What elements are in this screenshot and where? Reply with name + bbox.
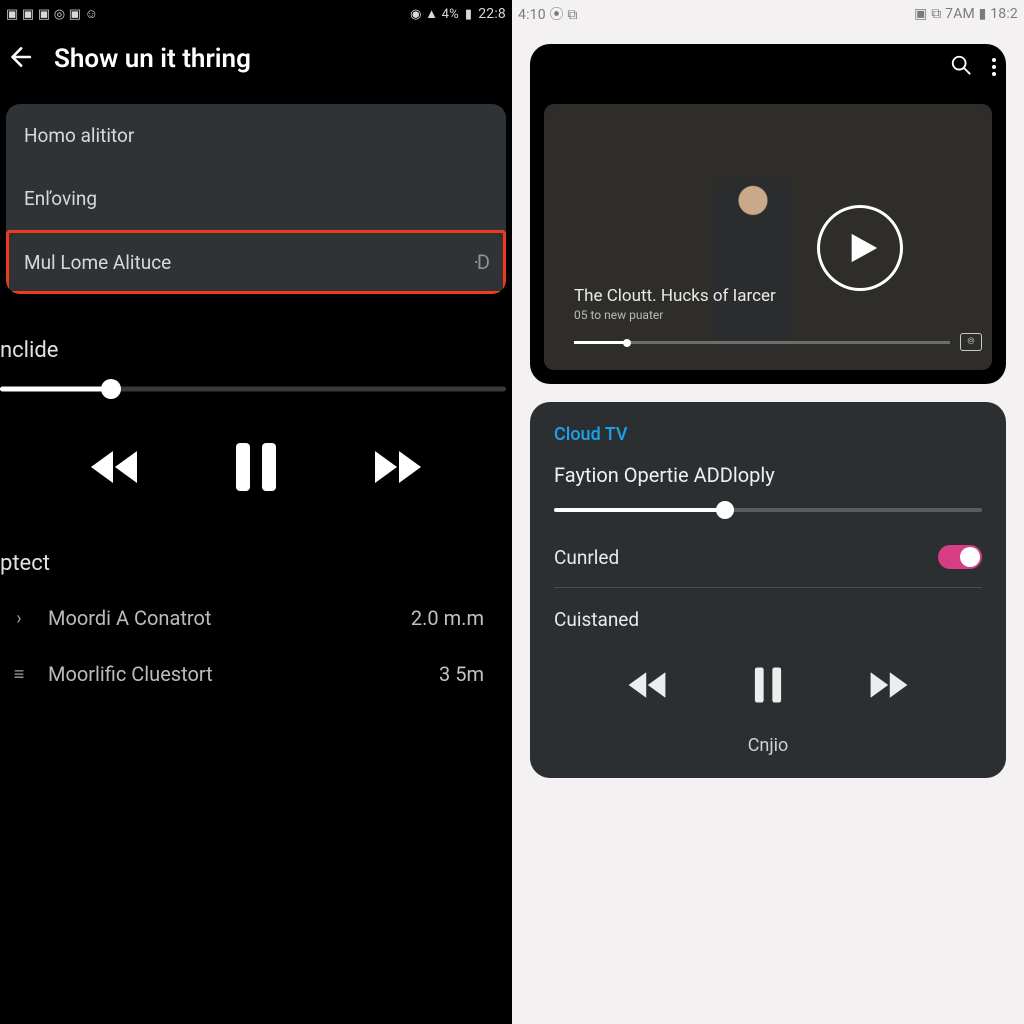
forward-icon xyxy=(867,669,911,701)
rewind-icon xyxy=(625,669,669,701)
video-thumbnail[interactable]: The Cloutt. Hucks of Iarcer 05 to new pu… xyxy=(544,104,992,370)
back-button[interactable] xyxy=(6,44,32,74)
list-section-label: ptect xyxy=(0,551,512,576)
right-screen: 4:10 ⦿ ⧉ ▣ ⧉ 7AM ▮ 18:2 Doorl ≡ xyxy=(512,0,1024,1024)
list-label-0: Moordi A Conatrot xyxy=(48,606,211,630)
option-row-0[interactable]: Homo alititor xyxy=(6,104,506,167)
pause-icon xyxy=(752,665,784,705)
transport-controls-right xyxy=(554,637,982,717)
volume-slider[interactable] xyxy=(0,377,506,401)
search-icon xyxy=(950,54,972,76)
panel-rewind-button[interactable] xyxy=(625,669,669,705)
panel-pause-button[interactable] xyxy=(752,665,784,709)
forward-icon xyxy=(371,447,425,487)
pause-button[interactable] xyxy=(234,441,278,497)
list-label-1: Moorlific Cluestort xyxy=(48,662,213,686)
video-subtitle: 05 to new puater xyxy=(574,308,776,322)
play-icon xyxy=(846,231,880,265)
panel-slider[interactable] xyxy=(554,499,982,521)
panel-line-2: Cuistaned xyxy=(554,588,982,637)
status-bar-right: 4:10 ⦿ ⧉ ▣ ⧉ 7AM ▮ 18:2 xyxy=(512,0,1024,28)
options-card: Homo alititor Enľoving Mul Lome Alituce … xyxy=(6,104,506,294)
list-icon-1: ≡ xyxy=(6,664,32,685)
option-row-1[interactable]: Enľoving xyxy=(6,167,506,230)
list-icon-0: › xyxy=(6,608,32,629)
slider-section-label: nclide xyxy=(0,338,512,363)
video-title: The Cloutt. Hucks of Iarcer xyxy=(574,286,776,306)
video-card: Doorl ≡ The Cloutt. Hucks of Iarcer 05 t… xyxy=(530,44,1006,384)
control-panel: Cloud TV Faytion Opertie ADDloply Cunrle… xyxy=(530,402,1006,778)
captions-icon[interactable]: ⦾ xyxy=(960,333,982,351)
option-label: Mul Lome Alituce xyxy=(24,251,171,274)
rewind-icon xyxy=(87,447,141,487)
option-label: Enľoving xyxy=(24,187,97,210)
list-row-1[interactable]: ≡ Moorlific Cluestort 3 5m xyxy=(0,646,512,702)
forward-button[interactable] xyxy=(371,447,425,491)
option-label: Homo alititor xyxy=(24,124,134,147)
toggle-row: Cunrled xyxy=(554,539,982,588)
overflow-menu-button[interactable] xyxy=(992,58,996,76)
panel-forward-button[interactable] xyxy=(867,669,911,705)
rewind-button[interactable] xyxy=(87,447,141,491)
option-row-2-selected[interactable]: Mul Lome Alituce ·D xyxy=(6,230,506,294)
panel-footer[interactable]: Cnjio xyxy=(554,717,982,760)
status-right-right: ▣ ⧉ 7AM ▮ 18:2 xyxy=(914,6,1018,22)
list-value-1: 3 5m xyxy=(439,662,506,686)
status-signal: ◉ ▲ 4% xyxy=(410,6,459,22)
cast-icon: ·D xyxy=(474,250,488,274)
list-value-0: 2.0 m.m xyxy=(411,606,506,630)
back-arrow-icon xyxy=(6,44,32,70)
transport-controls-left xyxy=(0,431,512,507)
panel-brand: Cloud TV xyxy=(554,424,982,445)
left-screen: ▣ ▣ ▣ ◎ ▣ ☺ ◉ ▲ 4% ▮ 22:8 Show un it thr… xyxy=(0,0,512,1024)
list-row-0[interactable]: › Moordi A Conatrot 2.0 m.m xyxy=(0,590,512,646)
pause-icon xyxy=(234,441,278,493)
status-left-glyphs: ▣ ▣ ▣ ◎ ▣ ☺ xyxy=(6,6,98,22)
toggle-label: Cunrled xyxy=(554,546,619,569)
search-button[interactable] xyxy=(950,54,972,80)
video-scrubber[interactable]: ⦾ xyxy=(574,341,950,344)
play-overlay-button[interactable] xyxy=(817,205,903,291)
toggle-switch[interactable] xyxy=(938,545,982,569)
status-battery-icon: ▮ xyxy=(465,7,472,22)
page-title: Show un it thring xyxy=(54,44,251,74)
status-time-left: 22:8 xyxy=(478,6,506,22)
panel-line-1: Faytion Opertie ADDloply xyxy=(554,463,982,487)
status-right-left: 4:10 ⦿ ⧉ xyxy=(518,4,578,24)
status-bar-left: ▣ ▣ ▣ ◎ ▣ ☺ ◉ ▲ 4% ▮ 22:8 xyxy=(0,0,512,28)
